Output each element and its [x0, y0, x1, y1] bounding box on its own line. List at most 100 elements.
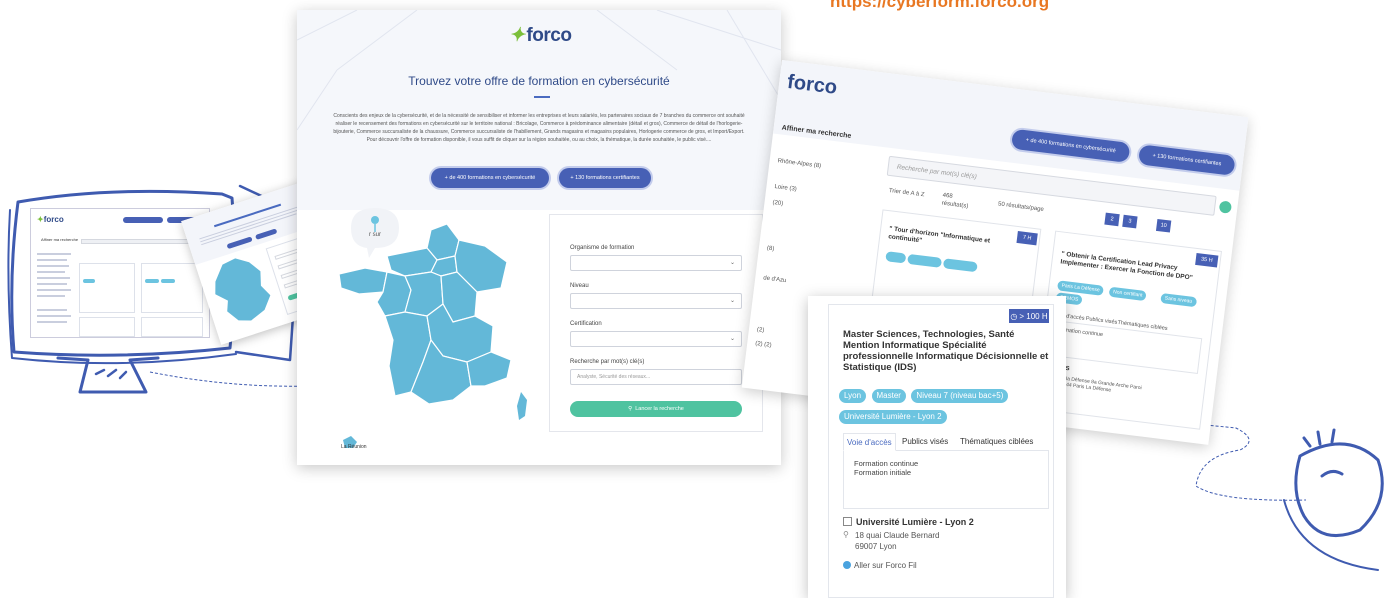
search-submit-button[interactable]: ⚲ Lancer la recherche	[570, 401, 742, 417]
tag-diploma: Master	[871, 389, 906, 403]
keyword-input[interactable]: Analyste, Sécurité des réseaux...	[570, 369, 742, 385]
formations-cyber-button[interactable]: + de 400 formations en cybersécurité	[431, 168, 549, 188]
mini-line	[37, 271, 65, 273]
card-tag	[942, 258, 978, 273]
facet-item[interactable]: (2) (2)	[755, 341, 772, 349]
certification-label: Certification	[570, 321, 602, 327]
mini-tag	[161, 279, 175, 283]
leaf-icon: ✦	[509, 25, 525, 46]
niveau-select[interactable]: ⌄	[570, 293, 742, 309]
monitor-sidebar-label: Affiner ma recherche	[41, 237, 79, 242]
facet-item[interactable]: (20)	[772, 200, 783, 207]
mini-result-card	[141, 317, 203, 337]
card-tag: Sans niveau	[1160, 292, 1197, 308]
facet-item[interactable]: Loire (3)	[774, 184, 797, 193]
mini-line	[37, 259, 67, 261]
duration-badge: 35 H	[1195, 252, 1219, 268]
page-button[interactable]: 10	[1155, 218, 1172, 233]
facet-item[interactable]: (2)	[757, 327, 765, 334]
access-line: Formation initiale	[854, 468, 912, 477]
chevron-down-icon: ⌄	[729, 336, 735, 342]
access-line: Formation continue	[854, 459, 919, 468]
mini-line	[37, 253, 71, 255]
duration-badge: 7 H	[1016, 231, 1038, 246]
forco-logo[interactable]: ✦ forco	[509, 24, 572, 47]
location-pin-icon: ⚲	[843, 530, 849, 539]
forco-fil-link[interactable]: Aller sur Forco Fil	[843, 561, 917, 570]
formations-certifiantes-button[interactable]: + 130 formations certifiantes	[559, 168, 651, 188]
mini-line	[37, 265, 69, 267]
detail-tabs: Voie d'accès Publics visés Thématiques c…	[843, 433, 1049, 451]
mini-line	[37, 277, 70, 279]
tag-level: Niveau 7 (niveau bac+5)	[911, 389, 1009, 403]
search-go-icon[interactable]	[1218, 200, 1233, 214]
tab-thematiques-ciblees[interactable]: Thématiques ciblées	[957, 433, 1036, 451]
region-corse	[517, 392, 527, 420]
search-icon: ⚲	[628, 406, 633, 412]
tag-city: Lyon	[839, 389, 867, 403]
organisme-select[interactable]: ⌄	[570, 255, 742, 271]
chevron-down-icon: ⌄	[729, 298, 735, 304]
certification-select[interactable]: ⌄	[570, 331, 742, 347]
mini-line	[37, 283, 67, 285]
mini-search	[81, 239, 199, 244]
per-page-select[interactable]: 50 résultats/page	[998, 201, 1044, 213]
mouse-doodle	[1283, 428, 1384, 571]
title-underline	[534, 96, 550, 98]
formation-tags: Lyon Master Niveau 7 (niveau bac+5) Univ…	[839, 385, 1049, 427]
formation-title: Master Sciences, Technologies, Santé Men…	[843, 329, 1049, 373]
card-tag	[885, 251, 907, 264]
address-line: 69007 Lyon	[855, 542, 897, 551]
mini-line	[37, 309, 67, 311]
mini-result-card	[79, 263, 135, 313]
mini-result-card	[79, 317, 135, 337]
home-page-screenshot: ✦ forco Trouvez votre offre de formation …	[297, 10, 781, 465]
result-count: 468	[942, 192, 953, 200]
facet-item[interactable]: de d'Azu	[763, 275, 787, 284]
mini-line	[37, 289, 71, 291]
page-button[interactable]: 3	[1122, 214, 1138, 229]
mini-pill	[123, 217, 163, 223]
duration-badge: ◷ > 100 H	[1009, 309, 1049, 323]
result-label: résultat(s)	[941, 200, 969, 210]
chevron-down-icon: ⌄	[729, 260, 735, 266]
formation-detail-card: ◷ > 100 H Master Sciences, Technologies, …	[808, 296, 1066, 598]
facet-item[interactable]: Rhône-Alpes (8)	[777, 158, 821, 169]
mini-line	[37, 315, 71, 317]
organisme-name: Université Lumière - Lyon 2	[843, 517, 974, 527]
site-url[interactable]: https://cyberform.forco.org	[830, 0, 1049, 12]
formation-card[interactable]: ◷ > 100 H Master Sciences, Technologies, …	[828, 304, 1054, 598]
la-reunion-label: La Réunion	[341, 444, 367, 450]
access-content: Formation continue Formation initiale	[843, 451, 1049, 509]
mini-line	[37, 295, 65, 297]
sort-select[interactable]: Trier de A à Z	[888, 188, 924, 198]
address-line: 18 quai Claude Bernard	[855, 531, 940, 540]
card-title: " Obtenir la Certification Lead Privacy …	[1060, 250, 1194, 282]
search-panel: Organisme de formation ⌄ Niveau ⌄ Certif…	[549, 214, 763, 432]
organisme-label: Organisme de formation	[570, 245, 635, 251]
tag-university: Université Lumière - Lyon 2	[839, 410, 947, 424]
card-tag: Non certifiant	[1108, 286, 1148, 302]
card-title: " Tour d'horizon "Informatique et contin…	[887, 225, 991, 245]
hero-section: ✦ forco Trouvez votre offre de formation …	[297, 10, 781, 210]
mini-result-card	[141, 263, 203, 313]
page-button[interactable]: 2	[1104, 212, 1120, 227]
card-tag	[907, 253, 943, 268]
mini-tag	[145, 279, 159, 283]
monitor-logo: ✦forco	[37, 215, 64, 224]
keyword-label: Recherche par mot(s) clé(s)	[570, 359, 645, 365]
niveau-label: Niveau	[570, 283, 589, 289]
region-bretagne	[338, 267, 388, 295]
france-region-map[interactable]	[335, 216, 535, 454]
building-icon	[843, 517, 852, 526]
tab-publics-vises[interactable]: Publics visés	[899, 433, 951, 451]
intro-text: Conscients des enjeux de la cybersécurit…	[333, 113, 745, 143]
page-title: Trouvez votre offre de formation en cybe…	[408, 74, 670, 88]
arrow-circle-icon	[843, 561, 851, 569]
organisme-address: 18 quai Claude Bernard 69007 Lyon	[855, 530, 940, 552]
mini-line	[37, 321, 67, 323]
facet-item[interactable]: (8)	[767, 246, 775, 253]
mini-tag	[83, 279, 95, 283]
clock-icon: ◷	[1010, 311, 1018, 321]
tab-voie-acces[interactable]: Voie d'accès	[843, 433, 896, 451]
